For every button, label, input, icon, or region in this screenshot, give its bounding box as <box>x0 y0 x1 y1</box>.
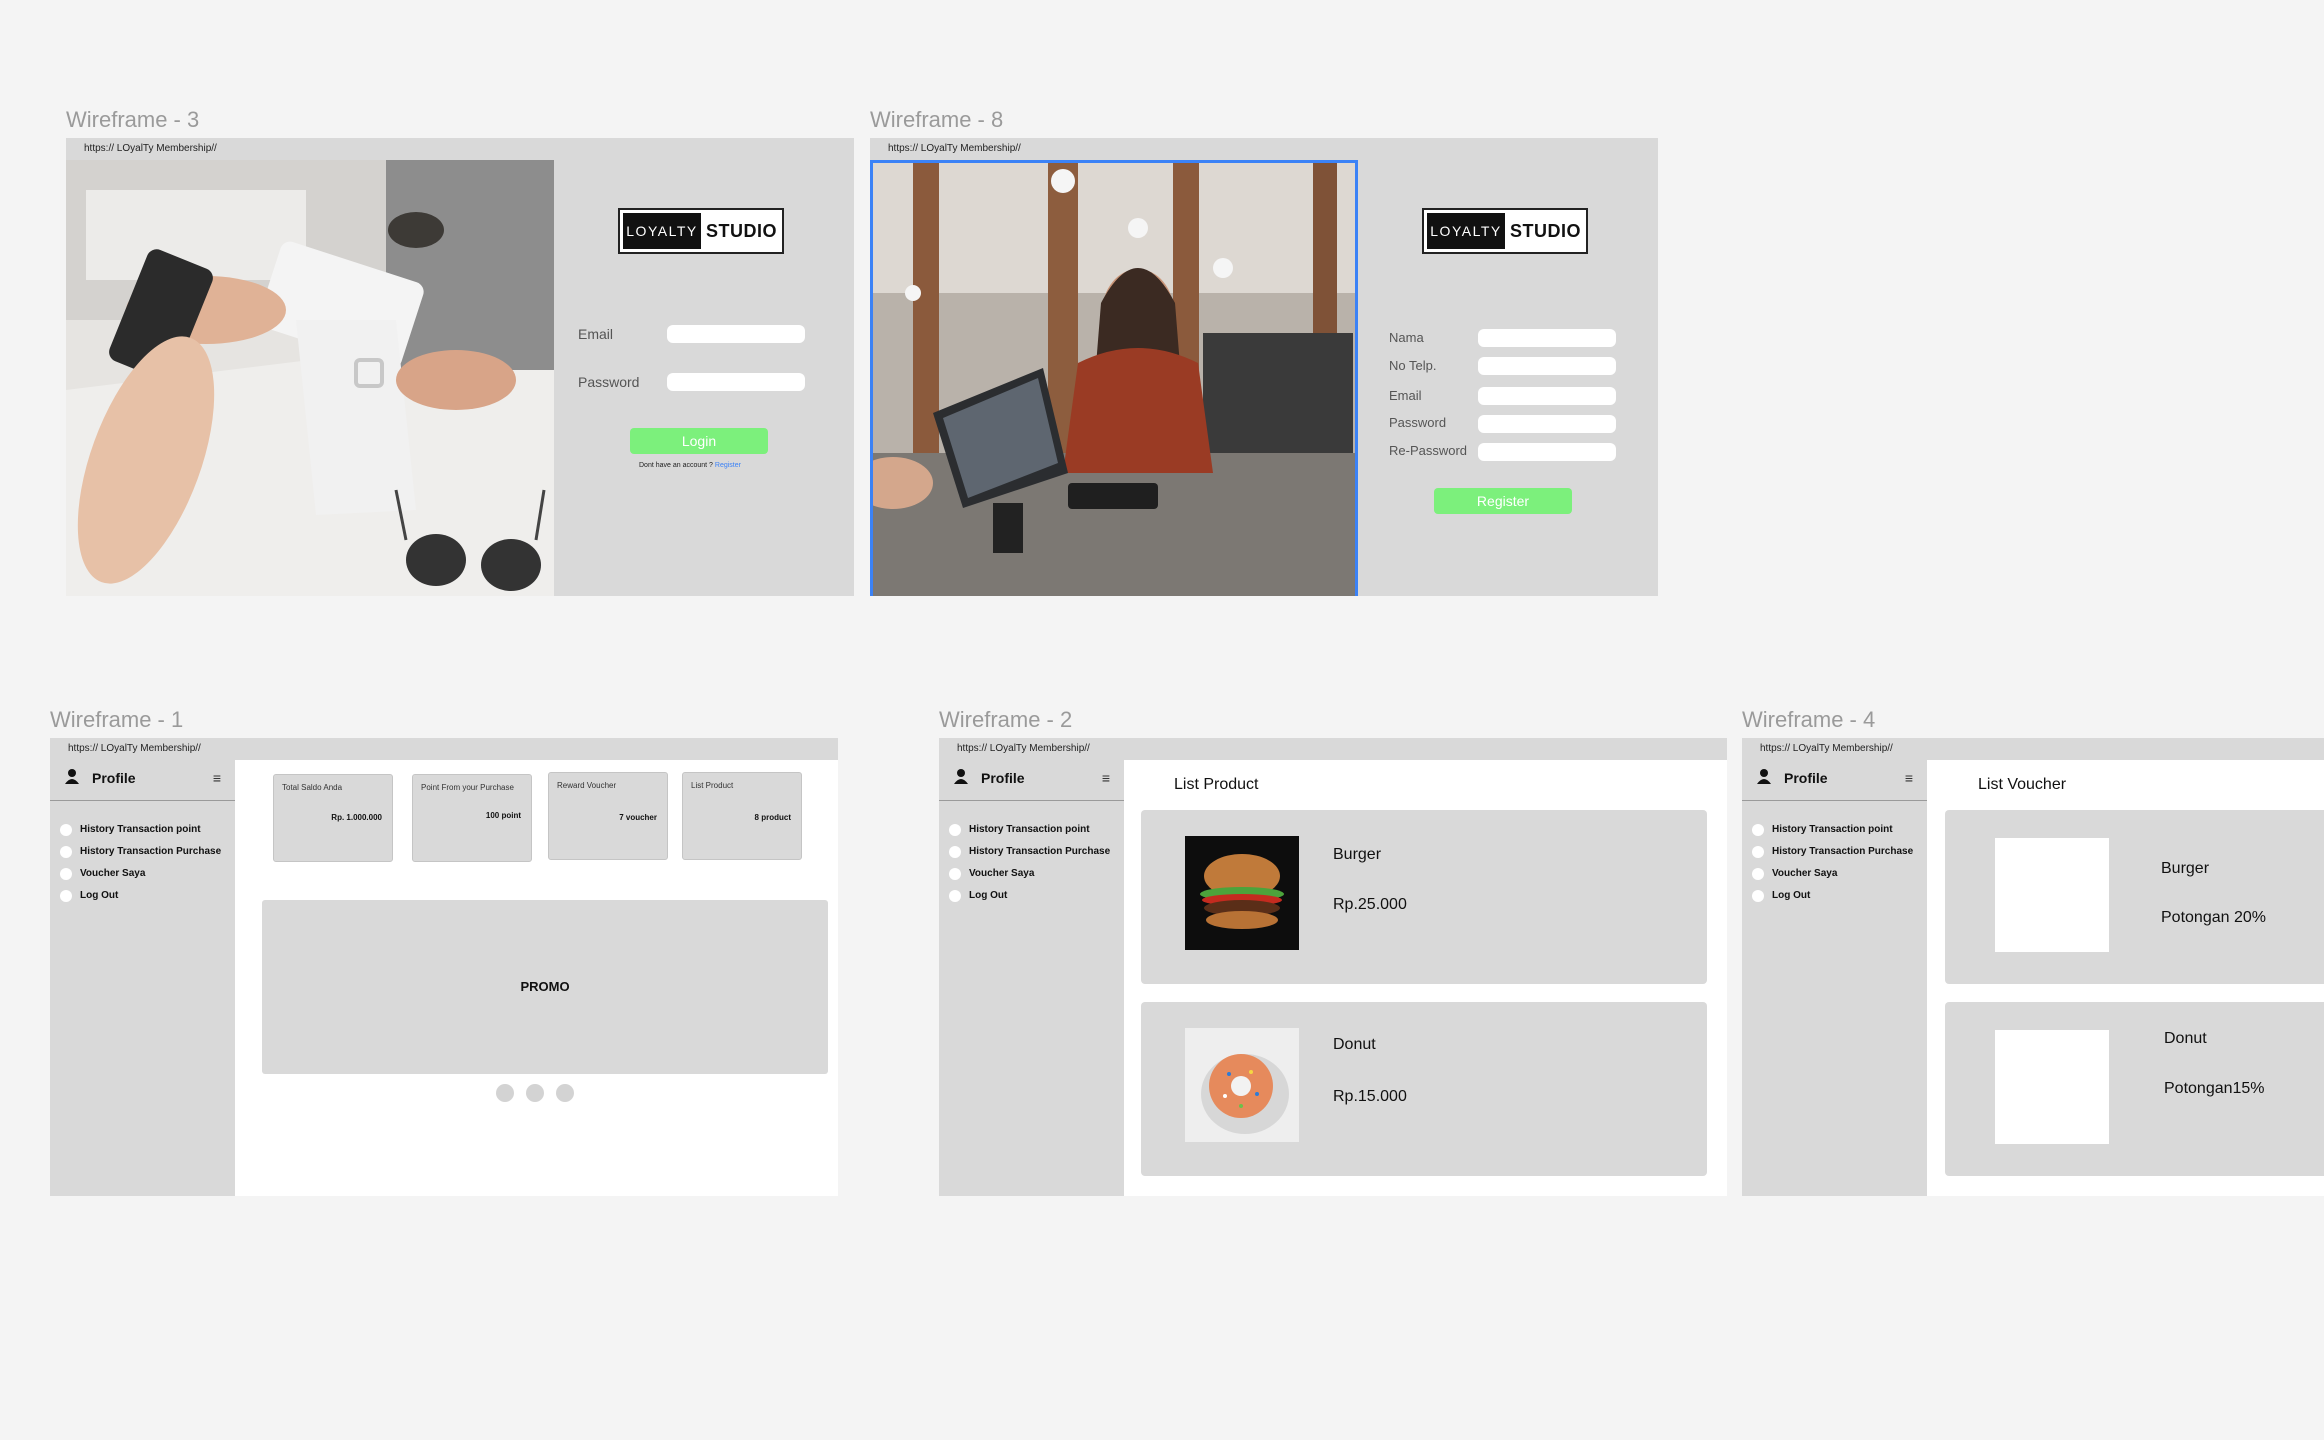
url-bar: https:// LOyalTy Membership// <box>50 738 838 760</box>
phone-label: No Telp. <box>1389 358 1437 373</box>
url-bar: https:// LOyalTy Membership// <box>1742 738 2324 760</box>
product-name: Burger <box>1333 846 1382 863</box>
sidebar-header: Profile ≡ <box>50 760 235 801</box>
point-card[interactable]: Point From your Purchase 100 point <box>412 774 532 862</box>
sidebar: Profile ≡ History Transaction point Hist… <box>1742 760 1927 1196</box>
frame-title-wf2: Wireframe - 2 <box>939 707 1073 732</box>
carousel-dot[interactable] <box>526 1084 544 1102</box>
register-button[interactable]: Register <box>1434 488 1572 514</box>
burger-image <box>1185 836 1299 950</box>
email-field[interactable] <box>1478 387 1616 405</box>
no-account-text: Dont have an account ? Register <box>639 462 741 469</box>
password-label: Password <box>1389 415 1447 430</box>
sidebar-header: Profile ≡ <box>939 760 1124 801</box>
page-title: List Voucher <box>1978 776 2067 793</box>
url-bar: https:// LOyalTy Membership// <box>939 738 1727 760</box>
email-field[interactable] <box>667 325 805 343</box>
voucher-discount: Potongan 20% <box>2161 909 2266 926</box>
profile-link[interactable]: Profile <box>1784 770 1828 786</box>
profile-link[interactable]: Profile <box>92 770 136 786</box>
sidebar: Profile ≡ History Transaction point Hist… <box>50 760 235 1196</box>
voucher-name: Donut <box>2164 1030 2207 1047</box>
sidebar: Profile ≡ History Transaction point Hist… <box>939 760 1124 1196</box>
sidebar-header: Profile ≡ <box>1742 760 1927 801</box>
email-label: Email <box>578 326 614 342</box>
url-bar: https:// LOyalTy Membership// <box>66 138 854 160</box>
product-card-donut[interactable]: Donut Rp.15.000 <box>1141 1002 1707 1176</box>
voucher-image-placeholder <box>1995 1030 2109 1144</box>
carousel-dot[interactable] <box>496 1084 514 1102</box>
dashboard-frame: https:// LOyalTy Membership// Profile ≡ … <box>50 738 838 1196</box>
hamburger-menu-icon[interactable]: ≡ <box>1905 770 1913 786</box>
repassword-field[interactable] <box>1478 443 1616 461</box>
email-label: Email <box>1389 388 1422 403</box>
product-price: Rp.15.000 <box>1333 1088 1407 1105</box>
nama-field[interactable] <box>1478 329 1616 347</box>
voucher-list-frame: https:// LOyalTy Membership// Profile ≡ … <box>1742 738 2324 1196</box>
loyalty-studio-logo: LOYALTY STUDIO <box>618 208 784 254</box>
frame-title-wf8: Wireframe - 8 <box>870 107 1004 132</box>
user-icon <box>1757 769 1771 784</box>
loyalty-studio-logo: LOYALTY STUDIO <box>1422 208 1588 254</box>
user-icon <box>65 769 79 784</box>
product-price: Rp.25.000 <box>1333 896 1407 913</box>
password-label: Password <box>578 374 640 390</box>
product-list-frame: https:// LOyalTy Membership// Profile ≡ … <box>939 738 1727 1196</box>
payment-photo <box>66 160 554 596</box>
url-bar: https:// LOyalTy Membership// <box>870 138 1658 160</box>
register-link[interactable]: Register <box>715 462 741 469</box>
no-account-label: Dont have an account ? <box>639 462 713 469</box>
profile-link[interactable]: Profile <box>981 770 1025 786</box>
saldo-card[interactable]: Total Saldo Anda Rp. 1.000.000 <box>273 774 393 862</box>
donut-image <box>1185 1028 1299 1142</box>
carousel-dot[interactable] <box>556 1084 574 1102</box>
hamburger-menu-icon[interactable]: ≡ <box>213 770 221 786</box>
password-field[interactable] <box>667 373 805 391</box>
product-name: Donut <box>1333 1036 1376 1053</box>
voucher-name: Burger <box>2161 860 2210 877</box>
promo-label: PROMO <box>520 979 570 994</box>
repassword-label: Re-Password <box>1389 443 1468 458</box>
frame-title-wf1: Wireframe - 1 <box>50 707 184 732</box>
login-button[interactable]: Login <box>630 428 768 454</box>
cashier-photo <box>870 160 1358 596</box>
voucher-card-donut[interactable]: Donut Potongan15% <box>1945 1002 2324 1176</box>
frame-title-wf3: Wireframe - 3 <box>66 107 200 132</box>
product-card[interactable]: List Product 8 product <box>682 772 802 860</box>
voucher-discount: Potongan15% <box>2164 1080 2265 1097</box>
page-title: List Product <box>1174 776 1259 793</box>
frame-title-wf4: Wireframe - 4 <box>1742 707 1876 732</box>
register-frame: https:// LOyalTy Membership// LOYALTY ST… <box>870 138 1658 596</box>
product-card-burger[interactable]: Burger Rp.25.000 <box>1141 810 1707 984</box>
login-frame: https:// LOyalTy Membership// LOYALTY ST… <box>66 138 854 596</box>
voucher-card[interactable]: Reward Voucher 7 voucher <box>548 772 668 860</box>
nama-label: Nama <box>1389 330 1424 345</box>
phone-field[interactable] <box>1478 357 1616 375</box>
voucher-image-placeholder <box>1995 838 2109 952</box>
hamburger-menu-icon[interactable]: ≡ <box>1102 770 1110 786</box>
voucher-card-burger[interactable]: Burger Potongan 20% <box>1945 810 2324 984</box>
promo-banner[interactable]: PROMO <box>262 900 828 1074</box>
user-icon <box>954 769 968 784</box>
password-field[interactable] <box>1478 415 1616 433</box>
